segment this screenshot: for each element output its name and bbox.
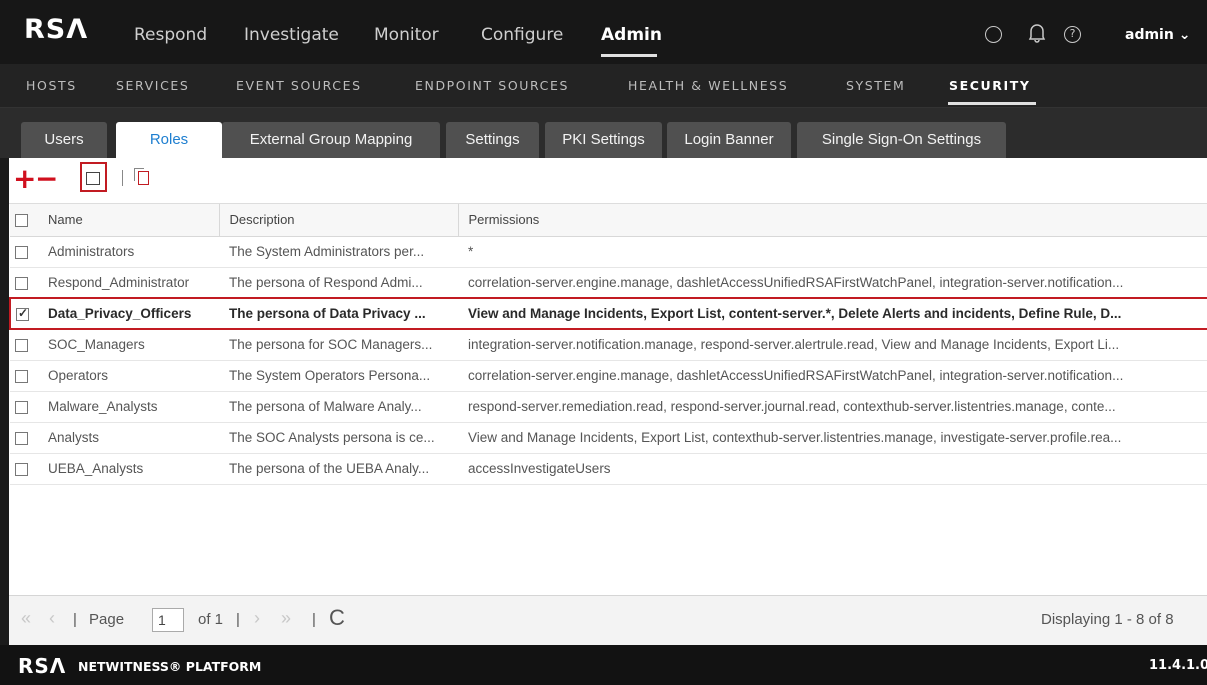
role-description: The persona of Respond Admi... (219, 267, 458, 299)
roles-toolbar: + − (9, 158, 1207, 204)
pager-divider: | (236, 611, 240, 628)
subnav-hosts[interactable]: HOSTS (26, 78, 77, 93)
role-name: Analysts (38, 422, 219, 454)
nav-admin[interactable]: Admin (601, 25, 662, 45)
row-checkbox[interactable] (10, 422, 38, 454)
row-checkbox[interactable] (10, 360, 38, 392)
page-number-input[interactable]: 1 (152, 608, 184, 632)
column-permissions[interactable]: Permissions (458, 204, 1207, 237)
security-tabs: Users Roles External Group Mapping Setti… (0, 108, 1207, 158)
role-description: The persona of Malware Analy... (219, 391, 458, 423)
tab-login-banner[interactable]: Login Banner (667, 122, 791, 158)
footer-logo: RSΛ (18, 654, 67, 678)
role-description: The System Operators Persona... (219, 360, 458, 392)
display-count: Displaying 1 - 8 of 8 (1041, 611, 1174, 628)
pager-divider: | (312, 611, 316, 628)
add-icon[interactable]: + (13, 165, 36, 193)
tab-external-group-mapping[interactable]: External Group Mapping (222, 122, 440, 158)
clone-icon[interactable] (134, 168, 149, 185)
pager-divider: | (73, 611, 77, 628)
remove-icon[interactable]: − (35, 165, 58, 193)
tab-pki-settings[interactable]: PKI Settings (545, 122, 662, 158)
role-name: UEBA_Analysts (38, 453, 219, 485)
table-row[interactable]: UEBA_Analysts The persona of the UEBA An… (10, 453, 1207, 485)
role-permissions: accessInvestigateUsers (458, 453, 1207, 485)
role-name: Respond_Administrator (38, 267, 219, 299)
role-name: Malware_Analysts (38, 391, 219, 423)
nav-configure[interactable]: Configure (481, 25, 563, 45)
roles-table: Name Description Permissions Administrat… (9, 204, 1207, 485)
role-name: Operators (38, 360, 219, 392)
rsa-logo[interactable]: RSΛ (24, 14, 88, 45)
last-page-icon[interactable]: » (281, 608, 291, 629)
tab-settings[interactable]: Settings (446, 122, 539, 158)
bell-icon[interactable] (1028, 23, 1046, 48)
page-count-label: of 1 (198, 611, 224, 628)
role-name: Administrators (38, 236, 219, 268)
row-checkbox[interactable] (10, 453, 38, 485)
subnav-services[interactable]: SERVICES (116, 78, 189, 93)
top-navigation: RSΛ Respond Investigate Monitor Configur… (0, 0, 1207, 64)
nav-investigate[interactable]: Investigate (244, 25, 339, 45)
subnav-system[interactable]: SYSTEM (846, 78, 905, 93)
pagination-bar: « ‹ | Page 1 of 1 | › » | C Displaying 1… (9, 595, 1207, 645)
row-checkbox[interactable] (10, 236, 38, 268)
select-all-checkbox[interactable] (10, 204, 38, 237)
edit-icon[interactable] (80, 162, 107, 192)
table-row[interactable]: SOC_Managers The persona for SOC Manager… (10, 329, 1207, 361)
role-description: The persona of Data Privacy ... (219, 297, 458, 330)
footer-platform: NETWITNESS® PLATFORM (78, 659, 262, 674)
table-row-selected[interactable]: Data_Privacy_Officers The persona of Dat… (9, 297, 1207, 330)
nav-active-indicator (601, 54, 657, 57)
help-icon[interactable]: ? (1064, 26, 1081, 43)
role-permissions: * (458, 236, 1207, 268)
row-checkbox[interactable] (10, 391, 38, 423)
table-header: Name Description Permissions (10, 204, 1207, 237)
role-permissions: correlation-server.engine.manage, dashle… (458, 267, 1207, 299)
subnav-health-wellness[interactable]: HEALTH & WELLNESS (628, 78, 788, 93)
table-row[interactable]: Analysts The SOC Analysts persona is ce.… (10, 422, 1207, 454)
user-menu[interactable]: admin ⌄ (1125, 27, 1190, 43)
first-page-icon[interactable]: « (21, 608, 31, 629)
role-permissions: View and Manage Incidents, Export List, … (458, 422, 1207, 454)
refresh-icon[interactable]: C (329, 605, 345, 631)
row-checkbox-checked[interactable] (9, 297, 38, 330)
nav-respond[interactable]: Respond (134, 25, 207, 45)
prev-page-icon[interactable]: ‹ (49, 608, 55, 629)
role-permissions: respond-server.remediation.read, respond… (458, 391, 1207, 423)
roles-panel: + − Name Description Permissions Adminis… (9, 158, 1207, 645)
column-description[interactable]: Description (219, 204, 459, 237)
footer: RSΛ NETWITNESS® PLATFORM 11.4.1.0 (0, 645, 1207, 685)
role-permissions: correlation-server.engine.manage, dashle… (458, 360, 1207, 392)
row-checkbox[interactable] (10, 329, 38, 361)
admin-subnav: HOSTS SERVICES EVENT SOURCES ENDPOINT SO… (0, 64, 1207, 108)
tab-roles[interactable]: Roles (116, 122, 222, 158)
role-description: The persona for SOC Managers... (219, 329, 458, 361)
row-checkbox[interactable] (10, 267, 38, 299)
role-name: SOC_Managers (38, 329, 219, 361)
subnav-endpoint-sources[interactable]: ENDPOINT SOURCES (415, 78, 569, 93)
table-row[interactable]: Respond_Administrator The persona of Res… (10, 267, 1207, 299)
subnav-active-indicator (948, 102, 1036, 105)
version-label: 11.4.1.0 (1149, 658, 1207, 673)
role-permissions: View and Manage Incidents, Export List, … (458, 297, 1207, 330)
subnav-event-sources[interactable]: EVENT SOURCES (236, 78, 362, 93)
role-permissions: integration-server.notification.manage, … (458, 329, 1207, 361)
stopwatch-icon[interactable] (985, 26, 1002, 43)
role-description: The System Administrators per... (219, 236, 458, 268)
next-page-icon[interactable]: › (254, 608, 260, 629)
tab-single-sign-on-settings[interactable]: Single Sign-On Settings (797, 122, 1006, 158)
table-row[interactable]: Operators The System Operators Persona..… (10, 360, 1207, 392)
table-row[interactable]: Administrators The System Administrators… (10, 236, 1207, 268)
role-description: The SOC Analysts persona is ce... (219, 422, 458, 454)
toolbar-divider (122, 170, 123, 186)
tab-users[interactable]: Users (21, 122, 107, 158)
table-row[interactable]: Malware_Analysts The persona of Malware … (10, 391, 1207, 423)
subnav-security[interactable]: SECURITY (949, 78, 1031, 93)
role-name: Data_Privacy_Officers (38, 297, 219, 330)
role-description: The persona of the UEBA Analy... (219, 453, 458, 485)
nav-monitor[interactable]: Monitor (374, 25, 439, 45)
column-name[interactable]: Name (38, 204, 220, 237)
page-label: Page (89, 611, 125, 628)
